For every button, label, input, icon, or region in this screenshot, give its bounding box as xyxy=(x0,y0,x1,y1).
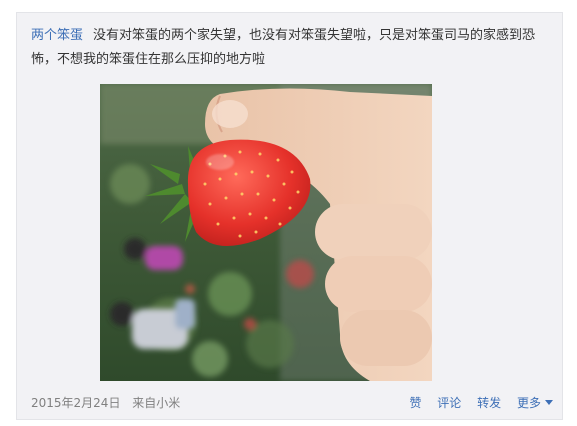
post-footer: 2015年2月24日 来自小米 赞 评论 转发 更多 xyxy=(31,393,553,413)
post-card: 两个笨蛋 没有对笨蛋的两个家失望，也没有对笨蛋失望啦，只是对笨蛋司马的家感到恐怖，… xyxy=(16,12,563,420)
post-body: 两个笨蛋 没有对笨蛋的两个家失望，也没有对笨蛋失望啦，只是对笨蛋司马的家感到恐怖，… xyxy=(31,24,556,72)
chevron-down-icon xyxy=(545,400,553,405)
more-label: 更多 xyxy=(516,396,541,410)
like-button[interactable]: 赞 xyxy=(409,396,421,410)
post-text: 没有对笨蛋的两个家失望，也没有对笨蛋失望啦，只是对笨蛋司马的家感到恐怖，不想我的… xyxy=(31,28,536,67)
author-link[interactable]: 两个笨蛋 xyxy=(31,28,83,43)
post-actions: 赞 评论 转发 更多 xyxy=(397,393,553,413)
post-photo[interactable] xyxy=(100,84,432,381)
share-button[interactable]: 转发 xyxy=(477,396,501,410)
post-date: 2015年2月24日 xyxy=(31,396,121,410)
comment-button[interactable]: 评论 xyxy=(437,396,461,410)
post-meta: 2015年2月24日 来自小米 xyxy=(31,393,188,413)
more-button[interactable]: 更多 xyxy=(517,396,553,410)
post-source: 来自小米 xyxy=(132,396,181,410)
